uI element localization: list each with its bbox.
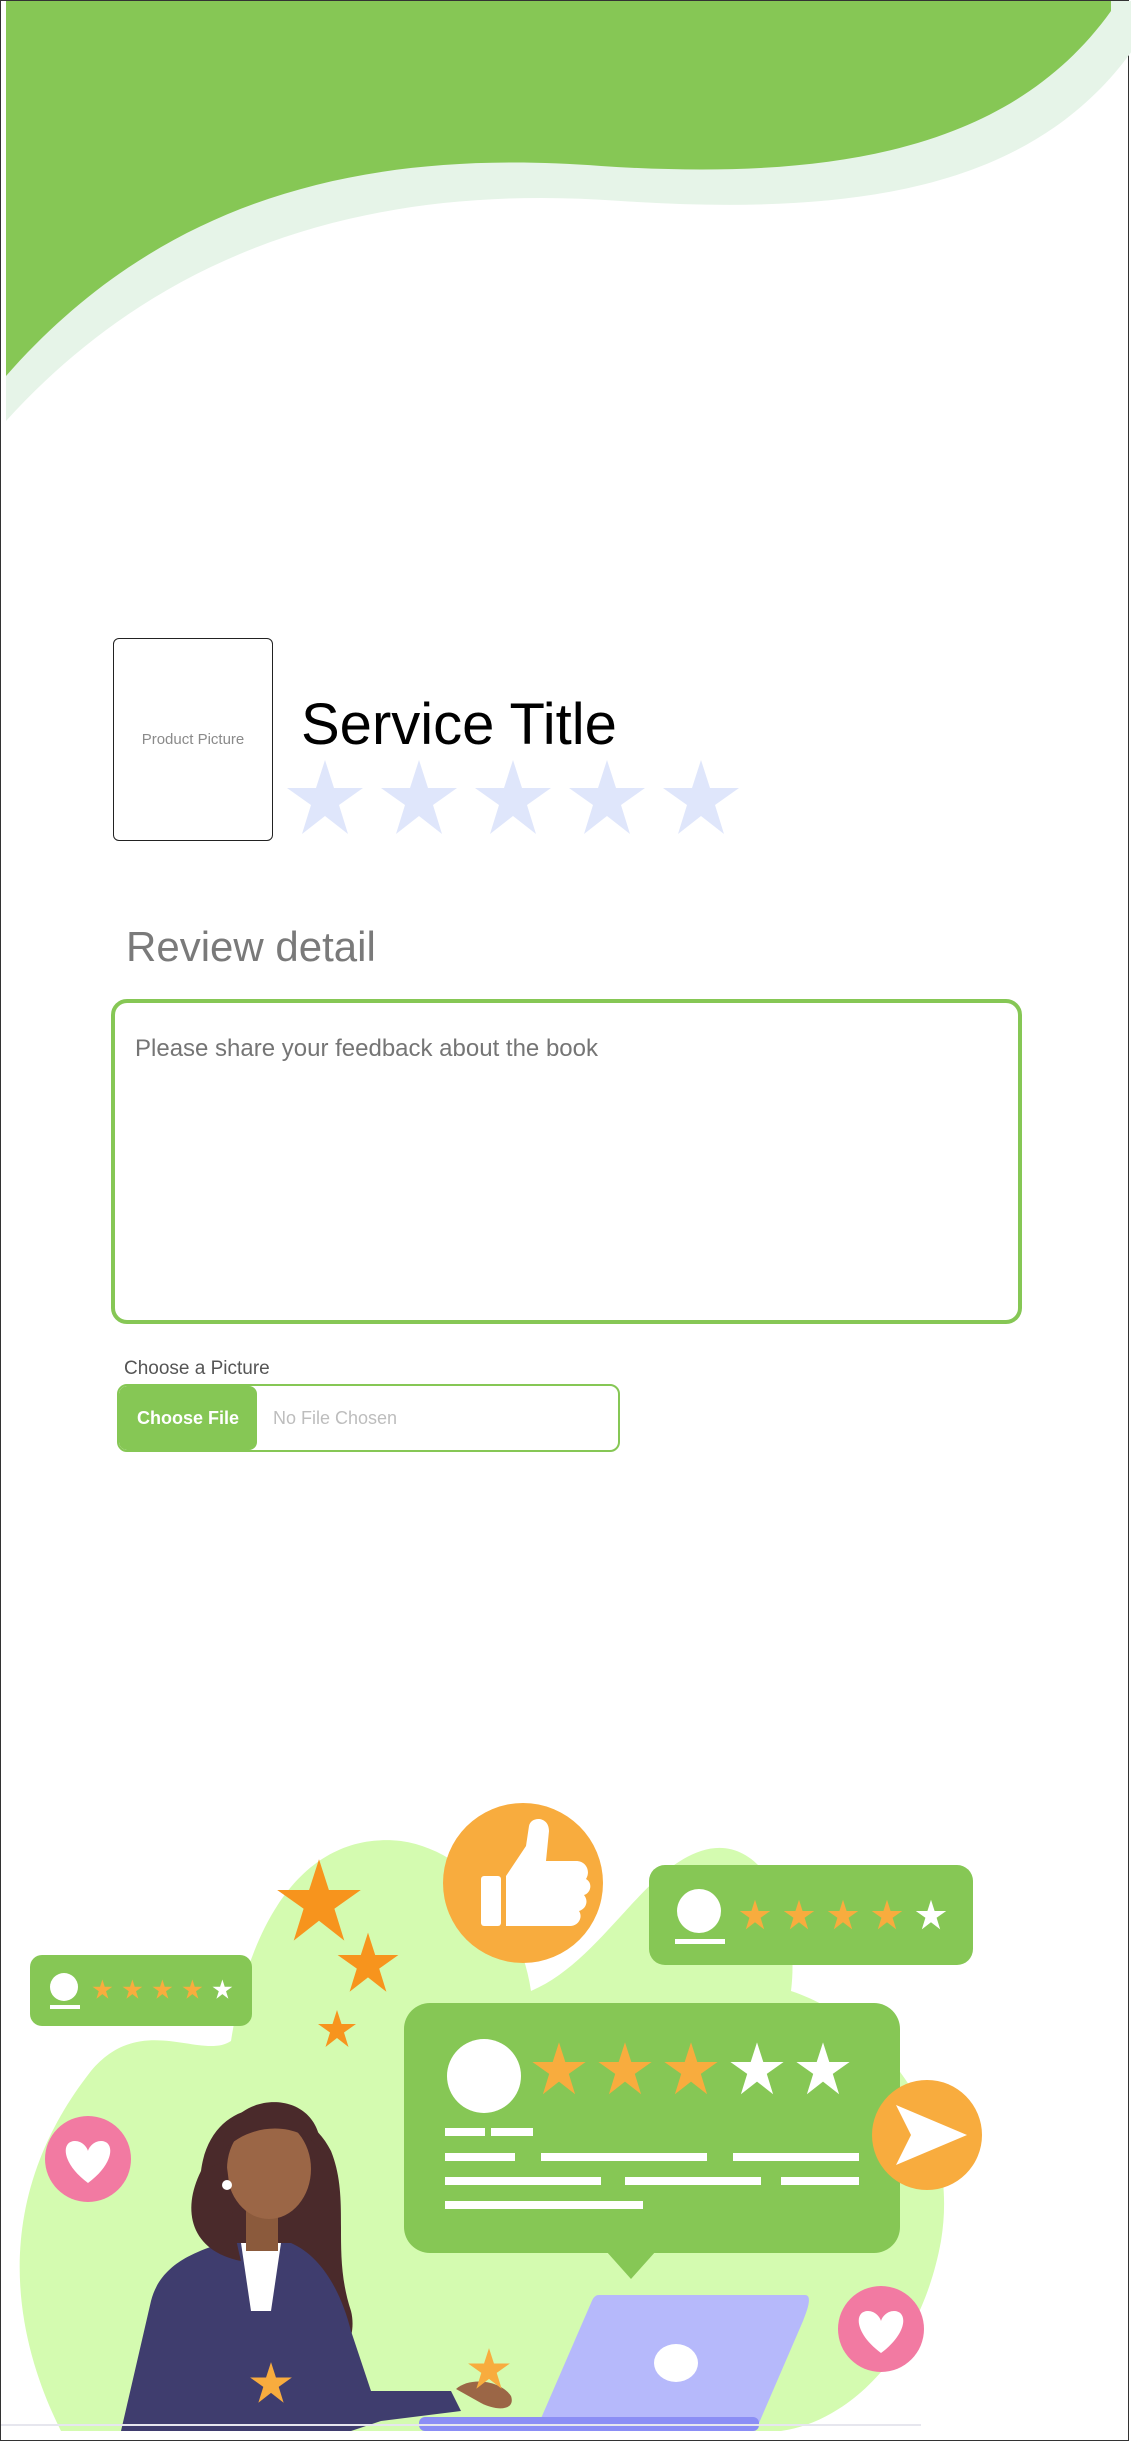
- top-review-card: [649, 1865, 973, 1965]
- product-picture-placeholder[interactable]: Product Picture: [113, 638, 273, 841]
- choose-picture-label: Choose a Picture: [124, 1358, 270, 1379]
- rating-star-4[interactable]: [569, 760, 645, 834]
- left-review-card: [30, 1955, 252, 2026]
- review-detail-heading: Review detail: [126, 923, 376, 970]
- heart-icon: [45, 2116, 131, 2202]
- page-frame: Product Picture Service Title Review det…: [0, 0, 1131, 2441]
- file-status-text: No File Chosen: [273, 1407, 398, 1428]
- rating-star-2[interactable]: [381, 760, 457, 834]
- send-icon: [872, 2080, 982, 2190]
- choose-file-button[interactable]: Choose File: [119, 1386, 257, 1450]
- rating-stars[interactable]: [285, 758, 745, 838]
- bottom-divider: [1, 2424, 921, 2426]
- review-illustration: [19, 1803, 982, 2431]
- review-textarea[interactable]: [111, 999, 1022, 1324]
- file-input[interactable]: Choose File No File Chosen: [117, 1384, 620, 1452]
- header-wave-decoration: [6, 1, 1131, 421]
- rating-star-3[interactable]: [475, 760, 551, 834]
- main-review-card: [404, 2003, 900, 2279]
- product-picture-label: Product Picture: [141, 731, 245, 748]
- thumbs-up-icon: [443, 1803, 603, 1963]
- service-title: Service Title: [301, 692, 617, 757]
- rating-star-5[interactable]: [663, 760, 739, 834]
- rating-star-1[interactable]: [287, 760, 363, 834]
- heart-icon: [838, 2286, 924, 2372]
